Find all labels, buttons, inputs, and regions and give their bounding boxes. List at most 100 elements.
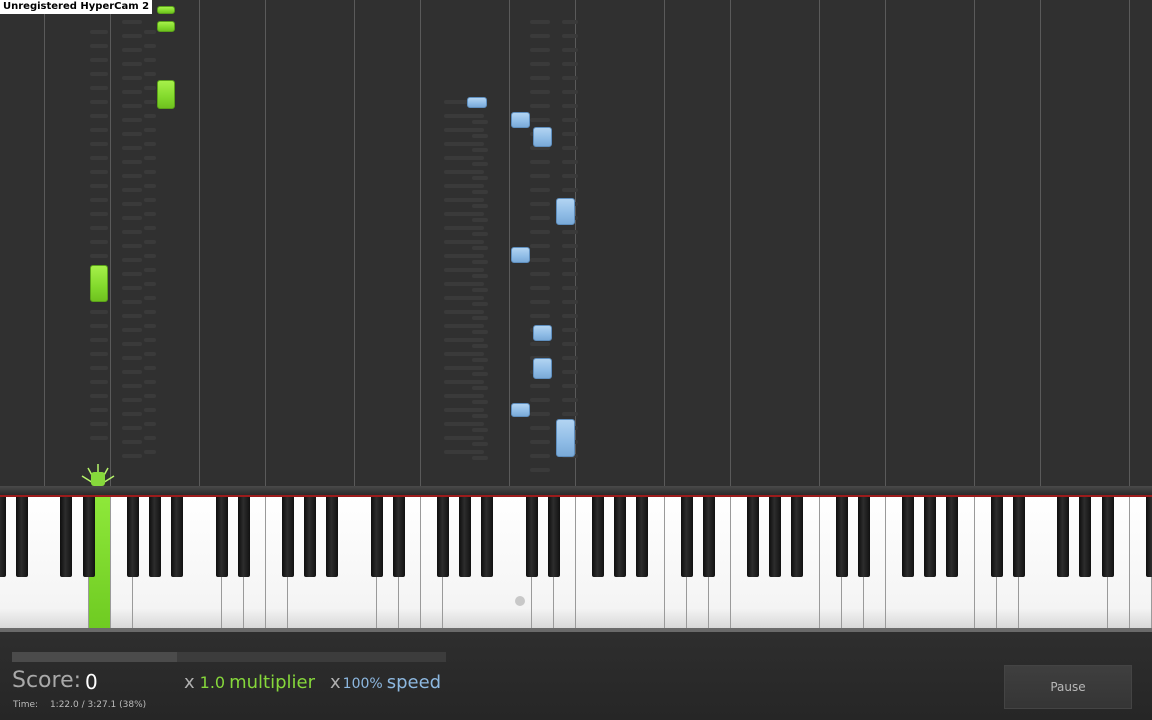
piano-black-key[interactable] [437, 497, 449, 577]
note-trail-shadow [144, 450, 156, 454]
piano-black-key[interactable] [990, 497, 1003, 577]
piano-black-key[interactable] [370, 497, 383, 577]
piano-black-key[interactable] [547, 497, 560, 577]
note-trail-shadow [90, 240, 108, 244]
note-trail-shadow [562, 20, 578, 24]
piano-black-key[interactable] [769, 497, 782, 577]
note-trail-shadow [444, 450, 484, 454]
note-trail-shadow [562, 300, 578, 304]
note-trail-shadow [90, 422, 108, 426]
piano-black-key[interactable] [835, 497, 848, 577]
piano-black-key[interactable] [82, 497, 95, 577]
note-trail-shadow [562, 76, 578, 80]
piano-black-key[interactable] [902, 497, 915, 577]
piano-black-key[interactable] [304, 497, 317, 577]
piano-black-key[interactable] [149, 497, 162, 577]
note-trail-shadow [144, 72, 156, 76]
pause-button[interactable]: Pause [1004, 665, 1132, 709]
note-trail-shadow [122, 426, 142, 430]
note-trail-shadow [472, 400, 488, 404]
note-trail-shadow [90, 170, 108, 174]
piano-black-key[interactable] [946, 497, 959, 577]
piano-black-key[interactable] [747, 497, 760, 577]
piano-black-key[interactable] [1101, 497, 1114, 577]
piano-keyboard[interactable] [0, 486, 1152, 632]
note-trail-shadow [530, 48, 550, 52]
note-trail-shadow [562, 258, 578, 262]
note-trail-shadow [444, 142, 484, 146]
piano-black-key[interactable] [60, 497, 73, 577]
note-trail-shadow [472, 232, 488, 236]
note-trail-shadow [562, 62, 578, 66]
piano-black-key[interactable] [525, 497, 538, 577]
note-trail-shadow [144, 170, 156, 174]
note-trail-shadow [90, 324, 108, 328]
piano-black-key[interactable] [1079, 497, 1092, 577]
note-trail-shadow [90, 114, 108, 118]
note-trail-shadow [90, 436, 108, 440]
right-hand-note [511, 403, 530, 417]
note-trail-shadow [122, 454, 142, 458]
piano-black-key[interactable] [459, 497, 472, 577]
note-trail-shadow [562, 90, 578, 94]
note-trail-shadow [144, 394, 156, 398]
piano-black-key[interactable] [702, 497, 715, 577]
piano-black-key[interactable] [281, 497, 294, 577]
piano-black-key[interactable] [791, 497, 804, 577]
piano-black-key[interactable] [392, 497, 405, 577]
note-trail-shadow [472, 204, 488, 208]
note-trail-shadow [144, 156, 156, 160]
octave-divider [265, 0, 266, 486]
piano-black-key[interactable] [857, 497, 870, 577]
note-trail-shadow [122, 342, 142, 346]
song-progress-bar[interactable] [12, 652, 446, 662]
note-trail-shadow [562, 160, 578, 164]
piano-black-key[interactable] [592, 497, 605, 577]
piano-black-key[interactable] [636, 497, 649, 577]
piano-black-key[interactable] [924, 497, 937, 577]
status-bar: Score: 0 Time: 1:22.0 / 3:27.1 (38%) x 1.… [0, 632, 1152, 720]
note-trail-shadow [530, 426, 550, 430]
note-trail-shadow [472, 456, 488, 460]
note-trail-shadow [530, 412, 550, 416]
note-trail-shadow [122, 272, 142, 276]
time-value: 1:22.0 / 3:27.1 (38%) [49, 700, 147, 710]
piano-black-key[interactable] [0, 497, 6, 577]
right-hand-note [556, 198, 575, 225]
piano-black-key[interactable] [126, 497, 139, 577]
piano-black-key[interactable] [1145, 497, 1152, 577]
note-trail-shadow [122, 118, 142, 122]
note-trail-shadow [530, 188, 550, 192]
note-trail-shadow [122, 216, 142, 220]
note-trail-shadow [444, 156, 484, 160]
piano-black-key[interactable] [171, 497, 184, 577]
note-trail-shadow [144, 58, 156, 62]
note-trail-shadow [562, 34, 578, 38]
song-progress-fill [12, 652, 177, 662]
piano-black-key[interactable] [481, 497, 494, 577]
playback-speed: x 100% speed [330, 672, 441, 693]
piano-black-key[interactable] [1057, 497, 1070, 577]
piano-black-key[interactable] [215, 497, 228, 577]
piano-black-key[interactable] [680, 497, 693, 577]
piano-black-key[interactable] [326, 497, 339, 577]
note-trail-shadow [472, 274, 488, 278]
note-trail-shadow [144, 30, 156, 34]
piano-black-key[interactable] [16, 497, 29, 577]
note-trail-shadow [530, 384, 550, 388]
note-trail-shadow [90, 366, 108, 370]
piano-black-key[interactable] [1012, 497, 1025, 577]
note-trail-shadow [144, 100, 156, 104]
note-trail-shadow [144, 226, 156, 230]
note-trail-shadow [90, 30, 108, 34]
piano-black-key[interactable] [614, 497, 627, 577]
octave-divider [664, 0, 665, 486]
note-trail-shadow [562, 230, 578, 234]
note-trail-shadow [444, 198, 484, 202]
note-trail-shadow [122, 328, 142, 332]
piano-black-key[interactable] [237, 497, 250, 577]
note-trail-shadow [562, 188, 578, 192]
note-trail-shadow [122, 48, 142, 52]
note-trail-shadow [90, 128, 108, 132]
note-trail-shadow [444, 282, 484, 286]
